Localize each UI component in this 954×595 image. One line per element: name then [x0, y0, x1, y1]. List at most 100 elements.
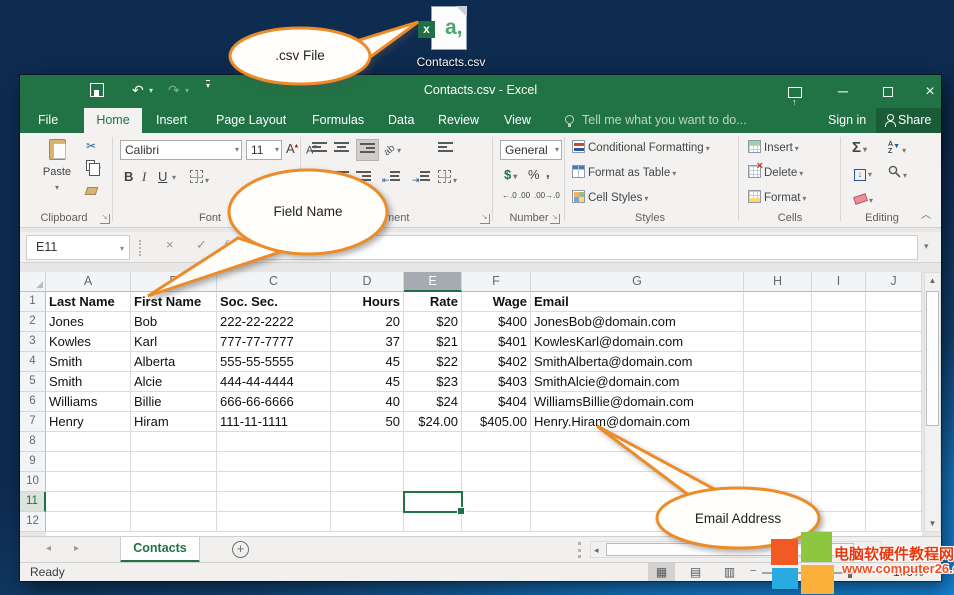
cell-C2[interactable]: 222-22-2222	[217, 312, 331, 332]
scroll-down-icon[interactable]: ▼	[925, 516, 940, 531]
sheet-tab-contacts[interactable]: Contacts	[120, 537, 200, 563]
column-header-A[interactable]: A	[46, 272, 131, 292]
cell-D11[interactable]	[331, 492, 404, 512]
cell-C11[interactable]	[217, 492, 331, 512]
sign-in-link[interactable]: Sign in	[828, 108, 866, 133]
cell-B9[interactable]	[131, 452, 217, 472]
row-header-4[interactable]: 4	[20, 352, 46, 372]
row-header-10[interactable]: 10	[20, 472, 46, 492]
cell-A1[interactable]: Last Name	[46, 292, 131, 312]
cell-A7[interactable]: Henry	[46, 412, 131, 432]
tab-formulas[interactable]: Formulas	[312, 108, 364, 133]
row-header-11[interactable]: 11	[20, 492, 46, 512]
cell-J1[interactable]	[866, 292, 922, 312]
cell-J10[interactable]	[866, 472, 922, 492]
font-name-combo[interactable]: Calibri▾	[120, 140, 242, 160]
cell-C3[interactable]: 777-77-7777	[217, 332, 331, 352]
cell-E9[interactable]	[404, 452, 462, 472]
cell-B5[interactable]: Alcie	[131, 372, 217, 392]
cell-C12[interactable]	[217, 512, 331, 532]
clear-button[interactable]	[854, 191, 873, 206]
tab-insert[interactable]: Insert	[156, 108, 187, 133]
close-button[interactable]: ×	[910, 75, 950, 108]
cell-I3[interactable]	[812, 332, 866, 352]
cell-H6[interactable]	[744, 392, 812, 412]
cell-F12[interactable]	[462, 512, 531, 532]
cell-D8[interactable]	[331, 432, 404, 452]
clipboard-dialog-launcher[interactable]: ↘	[100, 214, 110, 224]
cell-B3[interactable]: Karl	[131, 332, 217, 352]
maximize-button[interactable]	[868, 75, 908, 108]
cell-J11[interactable]	[866, 492, 922, 512]
column-header-H[interactable]: H	[744, 272, 812, 292]
copy-button[interactable]	[86, 159, 101, 174]
comma-style-button[interactable]: ,	[546, 165, 550, 180]
cell-D4[interactable]: 45	[331, 352, 404, 372]
cell-A10[interactable]	[46, 472, 131, 492]
orientation-button[interactable]: ab	[384, 141, 401, 156]
cell-B10[interactable]	[131, 472, 217, 492]
scroll-up-icon[interactable]: ▲	[925, 273, 940, 288]
cell-J8[interactable]	[866, 432, 922, 452]
select-all-button[interactable]	[20, 272, 46, 292]
column-header-I[interactable]: I	[812, 272, 866, 292]
merge-center-button[interactable]	[438, 170, 457, 186]
cell-F10[interactable]	[462, 472, 531, 492]
decrease-decimal-button[interactable]: .00→.0	[534, 191, 560, 200]
cell-I2[interactable]	[812, 312, 866, 332]
cell-A4[interactable]: Smith	[46, 352, 131, 372]
cell-F7[interactable]: $405.00	[462, 412, 531, 432]
row-header-9[interactable]: 9	[20, 452, 46, 472]
cell-J2[interactable]	[866, 312, 922, 332]
tab-file[interactable]: File	[38, 108, 58, 133]
tab-data[interactable]: Data	[388, 108, 414, 133]
row-header-1[interactable]: 1	[20, 292, 46, 312]
cell-B12[interactable]	[131, 512, 217, 532]
conditional-formatting-button[interactable]: Conditional Formatting	[572, 140, 710, 154]
accounting-format-button[interactable]: $	[504, 167, 517, 182]
cell-H5[interactable]	[744, 372, 812, 392]
cell-I6[interactable]	[812, 392, 866, 412]
cell-styles-button[interactable]: Cell Styles	[572, 190, 648, 204]
paste-button[interactable]: Paste ▾	[34, 139, 80, 193]
cell-G3[interactable]: KowlesKarl@domain.com	[531, 332, 744, 352]
sort-filter-button[interactable]: AZ	[888, 141, 906, 156]
font-size-combo[interactable]: 11▾	[246, 140, 282, 160]
cell-C10[interactable]	[217, 472, 331, 492]
cell-G1[interactable]: Email	[531, 292, 744, 312]
cell-E12[interactable]	[404, 512, 462, 532]
ribbon-display-options-button[interactable]	[775, 75, 815, 108]
bottom-align-button[interactable]	[356, 139, 379, 161]
cell-G4[interactable]: SmithAlberta@domain.com	[531, 352, 744, 372]
cell-E2[interactable]: $20	[404, 312, 462, 332]
fill-button[interactable]: ↓	[854, 165, 872, 181]
cell-I1[interactable]	[812, 292, 866, 312]
delete-cells-button[interactable]: Delete	[748, 165, 803, 179]
cell-H2[interactable]	[744, 312, 812, 332]
row-header-8[interactable]: 8	[20, 432, 46, 452]
page-break-view-button[interactable]: ▥	[716, 563, 743, 581]
cell-C5[interactable]: 444-44-4444	[217, 372, 331, 392]
cut-button[interactable]: ✂	[86, 139, 96, 153]
cell-A3[interactable]: Kowles	[46, 332, 131, 352]
cell-J5[interactable]	[866, 372, 922, 392]
find-select-button[interactable]	[888, 165, 907, 181]
cell-F9[interactable]	[462, 452, 531, 472]
cell-F8[interactable]	[462, 432, 531, 452]
cell-E7[interactable]: $24.00	[404, 412, 462, 432]
cell-A11[interactable]	[46, 492, 131, 512]
tell-me-box[interactable]: Tell me what you want to do...	[582, 108, 747, 133]
row-header-12[interactable]: 12	[20, 512, 46, 532]
cell-E5[interactable]: $23	[404, 372, 462, 392]
tab-home[interactable]: Home	[84, 108, 142, 133]
cell-H4[interactable]	[744, 352, 812, 372]
cell-I4[interactable]	[812, 352, 866, 372]
alignment-dialog-launcher[interactable]: ↘	[480, 214, 490, 224]
cell-I5[interactable]	[812, 372, 866, 392]
cell-D10[interactable]	[331, 472, 404, 492]
cell-F4[interactable]: $402	[462, 352, 531, 372]
cell-C4[interactable]: 555-55-5555	[217, 352, 331, 372]
format-painter-button[interactable]	[86, 183, 97, 198]
cell-J6[interactable]	[866, 392, 922, 412]
cell-D5[interactable]: 45	[331, 372, 404, 392]
